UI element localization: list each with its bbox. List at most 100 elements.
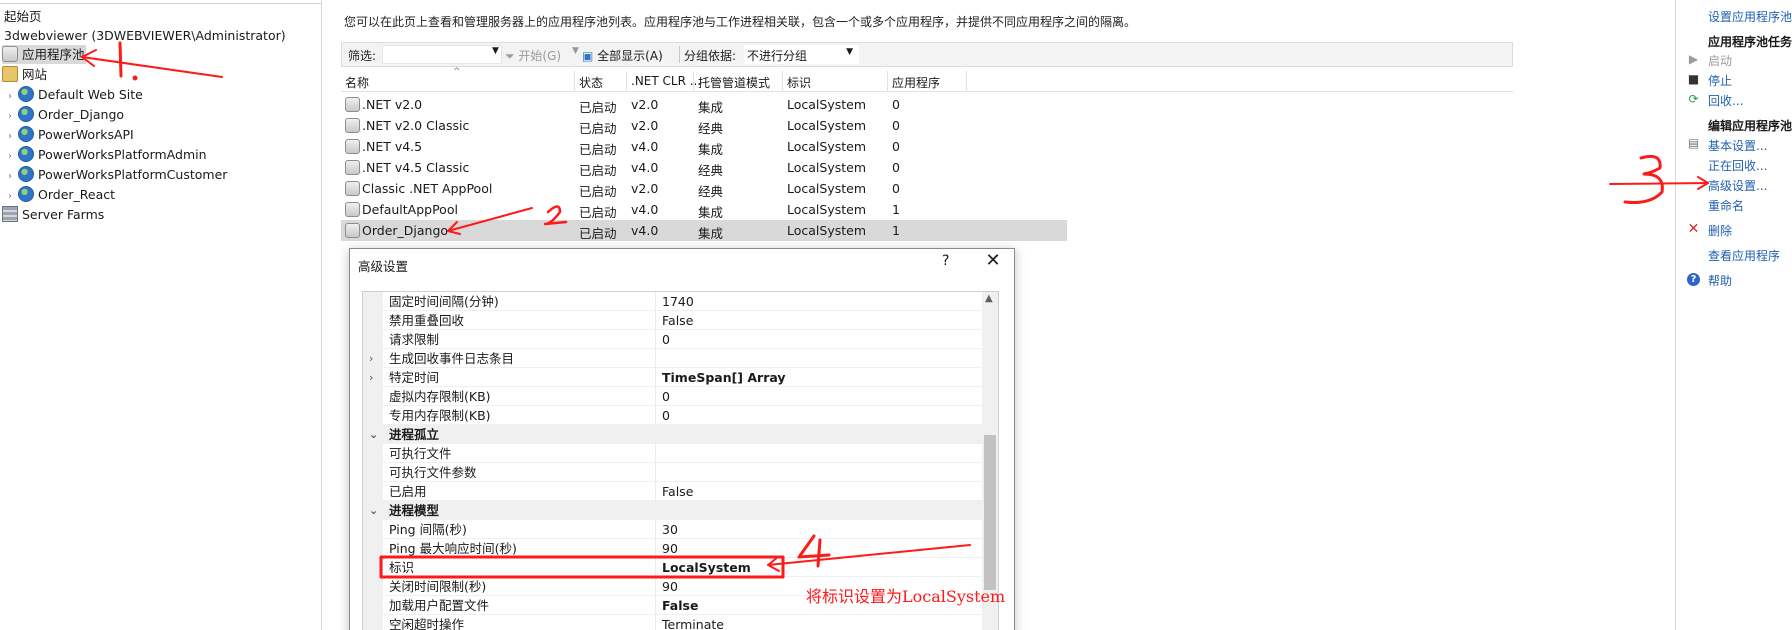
action-recycle[interactable]: 回收... xyxy=(1708,92,1743,109)
tree-item-site[interactable]: › PowerWorksPlatformAdmin xyxy=(8,145,207,164)
property-category[interactable]: ⌄ 进程模型 xyxy=(363,501,983,520)
property-value[interactable]: False xyxy=(662,482,693,501)
column-header-status[interactable]: 状态 xyxy=(579,74,603,91)
cell-identity: LocalSystem xyxy=(787,181,867,196)
filter-input[interactable] xyxy=(382,45,502,64)
property-value[interactable]: 90 xyxy=(662,539,678,558)
property-value[interactable]: 30 xyxy=(662,520,678,539)
property-row-identity[interactable]: 标识 LocalSystem xyxy=(363,558,983,577)
tree-item-sites[interactable]: 网站 xyxy=(2,65,47,84)
start-filter-button[interactable]: ⏷ 开始(G) xyxy=(505,47,561,64)
property-grid-scrollbar[interactable]: ▲ xyxy=(982,292,998,630)
property-row[interactable]: 固定时间间隔(分钟) 1740 xyxy=(363,292,983,311)
expand-chevron-icon[interactable]: › xyxy=(369,368,373,387)
expand-chevron-icon[interactable]: › xyxy=(8,87,18,106)
table-row[interactable]: .NET v4.5 Classic 已启动 v4.0 经典 LocalSyste… xyxy=(341,157,1067,178)
action-view-apps[interactable]: 查看应用程序 xyxy=(1708,247,1780,264)
property-value[interactable]: LocalSystem xyxy=(662,558,751,577)
table-row[interactable]: .NET v4.5 已启动 v4.0 集成 LocalSystem 0 xyxy=(341,136,1067,157)
property-row[interactable]: 空闲超时操作 Terminate xyxy=(363,615,983,630)
property-row[interactable]: Ping 间隔(秒) 30 xyxy=(363,520,983,539)
property-value[interactable]: TimeSpan[] Array xyxy=(662,368,786,387)
close-button[interactable]: ✕ xyxy=(982,250,1004,271)
scrollbar-thumb[interactable] xyxy=(984,435,996,590)
column-header-identity[interactable]: 标识 xyxy=(787,74,811,91)
property-value[interactable]: 0 xyxy=(662,387,670,406)
help-button[interactable]: ? xyxy=(942,253,949,269)
group-by-select[interactable]: 不进行分组 ▼ xyxy=(744,45,859,64)
scroll-up-icon[interactable]: ▲ xyxy=(985,293,993,304)
tree-item-site[interactable]: › PowerWorksAPI xyxy=(8,125,134,144)
table-row[interactable]: .NET v2.0 已启动 v2.0 集成 LocalSystem 0 xyxy=(341,94,1067,115)
expand-chevron-icon[interactable]: › xyxy=(369,349,373,368)
column-divider[interactable] xyxy=(693,71,694,92)
property-row[interactable]: 可执行文件参数 xyxy=(363,463,983,482)
property-name: 生成回收事件日志条目 xyxy=(389,351,515,366)
tree-item-site[interactable]: › Order_React xyxy=(8,185,115,204)
tree-item-app-pools[interactable]: 应用程序池 xyxy=(2,45,86,64)
show-all-button[interactable]: ▣ 全部显示(A) xyxy=(582,47,663,64)
expand-chevron-icon[interactable]: › xyxy=(8,107,18,126)
property-value[interactable]: False xyxy=(662,596,698,615)
column-header-name[interactable]: 名称 xyxy=(345,74,369,91)
action-rename[interactable]: 重命名 xyxy=(1708,197,1744,214)
help-icon: ? xyxy=(1687,273,1700,286)
property-value[interactable]: 0 xyxy=(662,330,670,349)
cell-name: .NET v4.5 xyxy=(345,139,422,154)
collapse-chevron-icon[interactable]: ⌄ xyxy=(369,425,378,444)
start-dropdown-icon[interactable]: ▼ xyxy=(572,46,579,56)
cell-status: 已启动 xyxy=(579,121,617,136)
action-recycling[interactable]: 正在回收... xyxy=(1708,157,1767,174)
cell-pipeline: 经典 xyxy=(698,121,724,136)
action-basic-settings[interactable]: 基本设置... xyxy=(1708,137,1767,154)
property-row[interactable]: 请求限制 0 xyxy=(363,330,983,349)
action-stop[interactable]: 停止 xyxy=(1708,72,1732,89)
property-value[interactable]: Terminate xyxy=(662,615,724,630)
action-help[interactable]: 帮助 xyxy=(1708,272,1732,289)
column-divider[interactable] xyxy=(626,71,627,92)
collapse-chevron-icon[interactable]: ⌄ xyxy=(369,501,378,520)
column-divider[interactable] xyxy=(887,71,888,92)
property-row[interactable]: 专用内存限制(KB) 0 xyxy=(363,406,983,425)
column-divider[interactable] xyxy=(574,71,575,92)
column-header-clr[interactable]: .NET CLR ... xyxy=(631,74,701,88)
tree-item-server[interactable]: 3dwebviewer (3DWEBVIEWER\Administrator) xyxy=(4,26,286,45)
property-category[interactable]: ⌄ 进程孤立 xyxy=(363,425,983,444)
globe-icon xyxy=(18,126,34,142)
property-row[interactable]: › 特定时间 TimeSpan[] Array xyxy=(363,368,983,387)
tree-item-site[interactable]: › PowerWorksPlatformCustomer xyxy=(8,165,227,184)
tree-item-start-page[interactable]: 起始页 xyxy=(4,7,42,26)
property-row[interactable]: 禁用重叠回收 False xyxy=(363,311,983,330)
column-header-pipeline[interactable]: 托管管道模式 xyxy=(698,74,770,91)
action-set-defaults[interactable]: 设置应用程序池 xyxy=(1708,8,1792,25)
table-row[interactable]: Classic .NET AppPool 已启动 v2.0 经典 LocalSy… xyxy=(341,178,1067,199)
expand-chevron-icon[interactable]: › xyxy=(8,147,18,166)
column-header-applications[interactable]: 应用程序 xyxy=(892,74,940,91)
property-row[interactable]: 可执行文件 xyxy=(363,444,983,463)
property-value[interactable]: 0 xyxy=(662,406,670,425)
tree-item-site[interactable]: › Order_Django xyxy=(8,105,124,124)
expand-chevron-icon[interactable]: › xyxy=(8,187,18,206)
expand-chevron-icon[interactable]: › xyxy=(8,127,18,146)
property-row[interactable]: 虚拟内存限制(KB) 0 xyxy=(363,387,983,406)
cell-status: 已启动 xyxy=(579,205,617,220)
property-value[interactable]: 1740 xyxy=(662,292,694,311)
action-start[interactable]: 启动 xyxy=(1708,52,1732,69)
filter-dropdown-icon[interactable]: ▼ xyxy=(492,46,499,56)
property-row[interactable]: Ping 最大响应时间(秒) 90 xyxy=(363,539,983,558)
property-value[interactable]: 90 xyxy=(662,577,678,596)
property-name: 特定时间 xyxy=(389,370,440,385)
table-row[interactable]: .NET v2.0 Classic 已启动 v2.0 经典 LocalSyste… xyxy=(341,115,1067,136)
action-delete[interactable]: 删除 xyxy=(1708,222,1732,239)
column-divider[interactable] xyxy=(782,71,783,92)
expand-chevron-icon[interactable]: › xyxy=(8,167,18,186)
property-row[interactable]: › 生成回收事件日志条目 xyxy=(363,349,983,368)
property-row[interactable]: 已启用 False xyxy=(363,482,983,501)
property-value[interactable]: False xyxy=(662,311,693,330)
column-divider[interactable] xyxy=(966,71,967,92)
tree-item-site[interactable]: › Default Web Site xyxy=(8,85,143,104)
tree-item-server-farms[interactable]: Server Farms xyxy=(2,205,104,224)
action-advanced-settings[interactable]: 高级设置... xyxy=(1708,177,1767,194)
table-row-selected[interactable]: Order_Django 已启动 v4.0 集成 LocalSystem 1 xyxy=(341,220,1067,241)
table-row[interactable]: DefaultAppPool 已启动 v4.0 集成 LocalSystem 1 xyxy=(341,199,1067,220)
